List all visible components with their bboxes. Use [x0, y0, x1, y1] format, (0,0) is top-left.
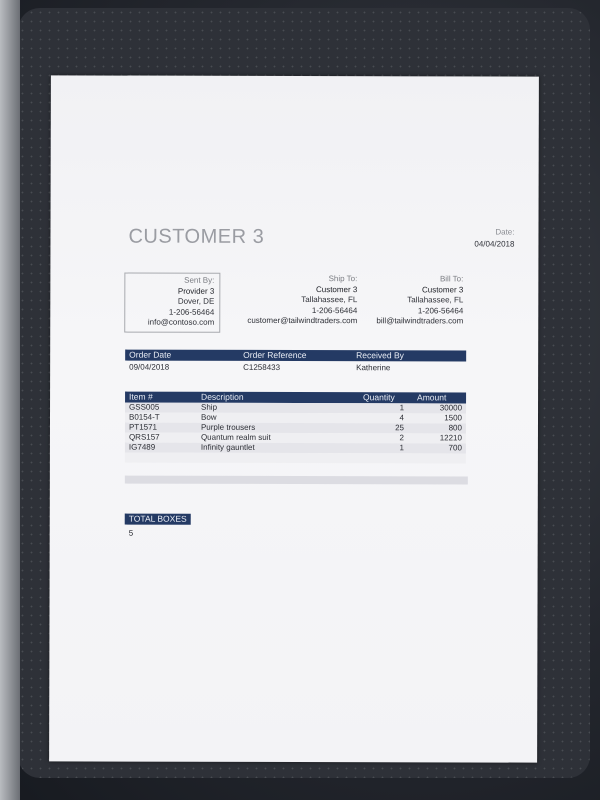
item-number-cell: QRS157 — [128, 432, 160, 442]
quantity-cell: 1 — [399, 403, 405, 413]
amount-cell: 30000 — [439, 403, 463, 413]
bill-to-name: Customer 3 — [421, 284, 464, 294]
invoice-paper: CUSTOMER 3 Date: 04/04/2018 Sent By: Pro… — [49, 75, 539, 763]
amount-cell: 12210 — [439, 433, 462, 443]
item-number-cell: IG7489 — [128, 442, 156, 452]
sent-by-city: Dover, DE — [177, 296, 215, 306]
description-cell: Bow — [200, 412, 217, 422]
sent-by-name: Provider 3 — [177, 286, 215, 296]
bill-to-phone: 1-206-56464 — [417, 305, 464, 315]
bill-to-email: bill@tailwindtraders.com — [376, 316, 464, 326]
ship-to-city: Tallahassee, FL — [301, 295, 358, 305]
item-number-cell: GSS005 — [129, 402, 160, 412]
ship-to-phone: 1-206-56464 — [311, 305, 358, 315]
order-reference-value: C1258433 — [243, 362, 281, 372]
bill-to-block: Bill To: Customer 3 Tallahassee, FL 1-20… — [350, 274, 463, 327]
order-header-bar: Order Date Order Reference Received By — [125, 349, 467, 362]
amount-cell: 800 — [448, 423, 462, 433]
desk-edge-strip — [0, 0, 20, 800]
total-boxes-value: 5 — [128, 528, 134, 538]
order-date-header: Order Date — [129, 349, 172, 360]
items-header-bar: Item # Description Quantity Amount — [125, 391, 467, 404]
sent-by-phone: 1-206-56464 — [168, 307, 215, 317]
sent-by-email: info@contoso.com — [147, 317, 215, 327]
total-boxes-bar: TOTAL BOXES — [124, 513, 191, 525]
date-block: Date: 04/04/2018 — [474, 226, 514, 250]
description-cell: Ship — [201, 402, 218, 412]
document-title: CUSTOMER 3 — [128, 225, 265, 248]
item-number-cell: B0154-T — [128, 412, 160, 422]
bill-to-city: Tallahassee, FL — [407, 295, 464, 305]
amount-cell: 700 — [448, 443, 462, 453]
amount-header: Amount — [417, 392, 447, 403]
date-label: Date: — [495, 227, 515, 237]
item-number-cell: PT1571 — [128, 422, 158, 432]
blank-row — [124, 475, 468, 485]
quantity-header: Quantity — [363, 392, 395, 403]
description-header: Description — [201, 391, 244, 402]
ship-to-name: Customer 3 — [315, 284, 358, 294]
ship-to-email: customer@tailwindtraders.com — [247, 315, 358, 326]
received-by-value: Katherine — [356, 363, 391, 373]
amount-cell: 1500 — [444, 413, 463, 423]
table-row — [124, 452, 466, 464]
received-by-header: Received By — [356, 350, 404, 361]
quantity-cell: 25 — [395, 423, 404, 433]
quantity-cell: 2 — [399, 433, 404, 443]
description-cell: Quantum realm suit — [200, 432, 271, 442]
quantity-cell: 1 — [399, 443, 404, 453]
quantity-cell: 4 — [399, 413, 405, 423]
date-value: 04/04/2018 — [474, 239, 515, 249]
item-number-header: Item # — [129, 391, 153, 402]
description-cell: Purple trousers — [200, 422, 256, 432]
order-reference-header: Order Reference — [243, 349, 307, 361]
sent-by-label: Sent By: — [184, 275, 215, 285]
ship-to-label: Ship To: — [328, 274, 358, 284]
order-date-value: 09/04/2018 — [129, 362, 170, 372]
ship-to-block: Ship To: Customer 3 Tallahassee, FL 1-20… — [220, 274, 357, 327]
sent-by-box: Sent By: Provider 3 Dover, DE 1-206-5646… — [124, 272, 221, 333]
description-cell: Infinity gauntlet — [200, 442, 255, 452]
bill-to-label: Bill To: — [439, 274, 464, 284]
total-boxes-label: TOTAL BOXES — [128, 513, 187, 524]
